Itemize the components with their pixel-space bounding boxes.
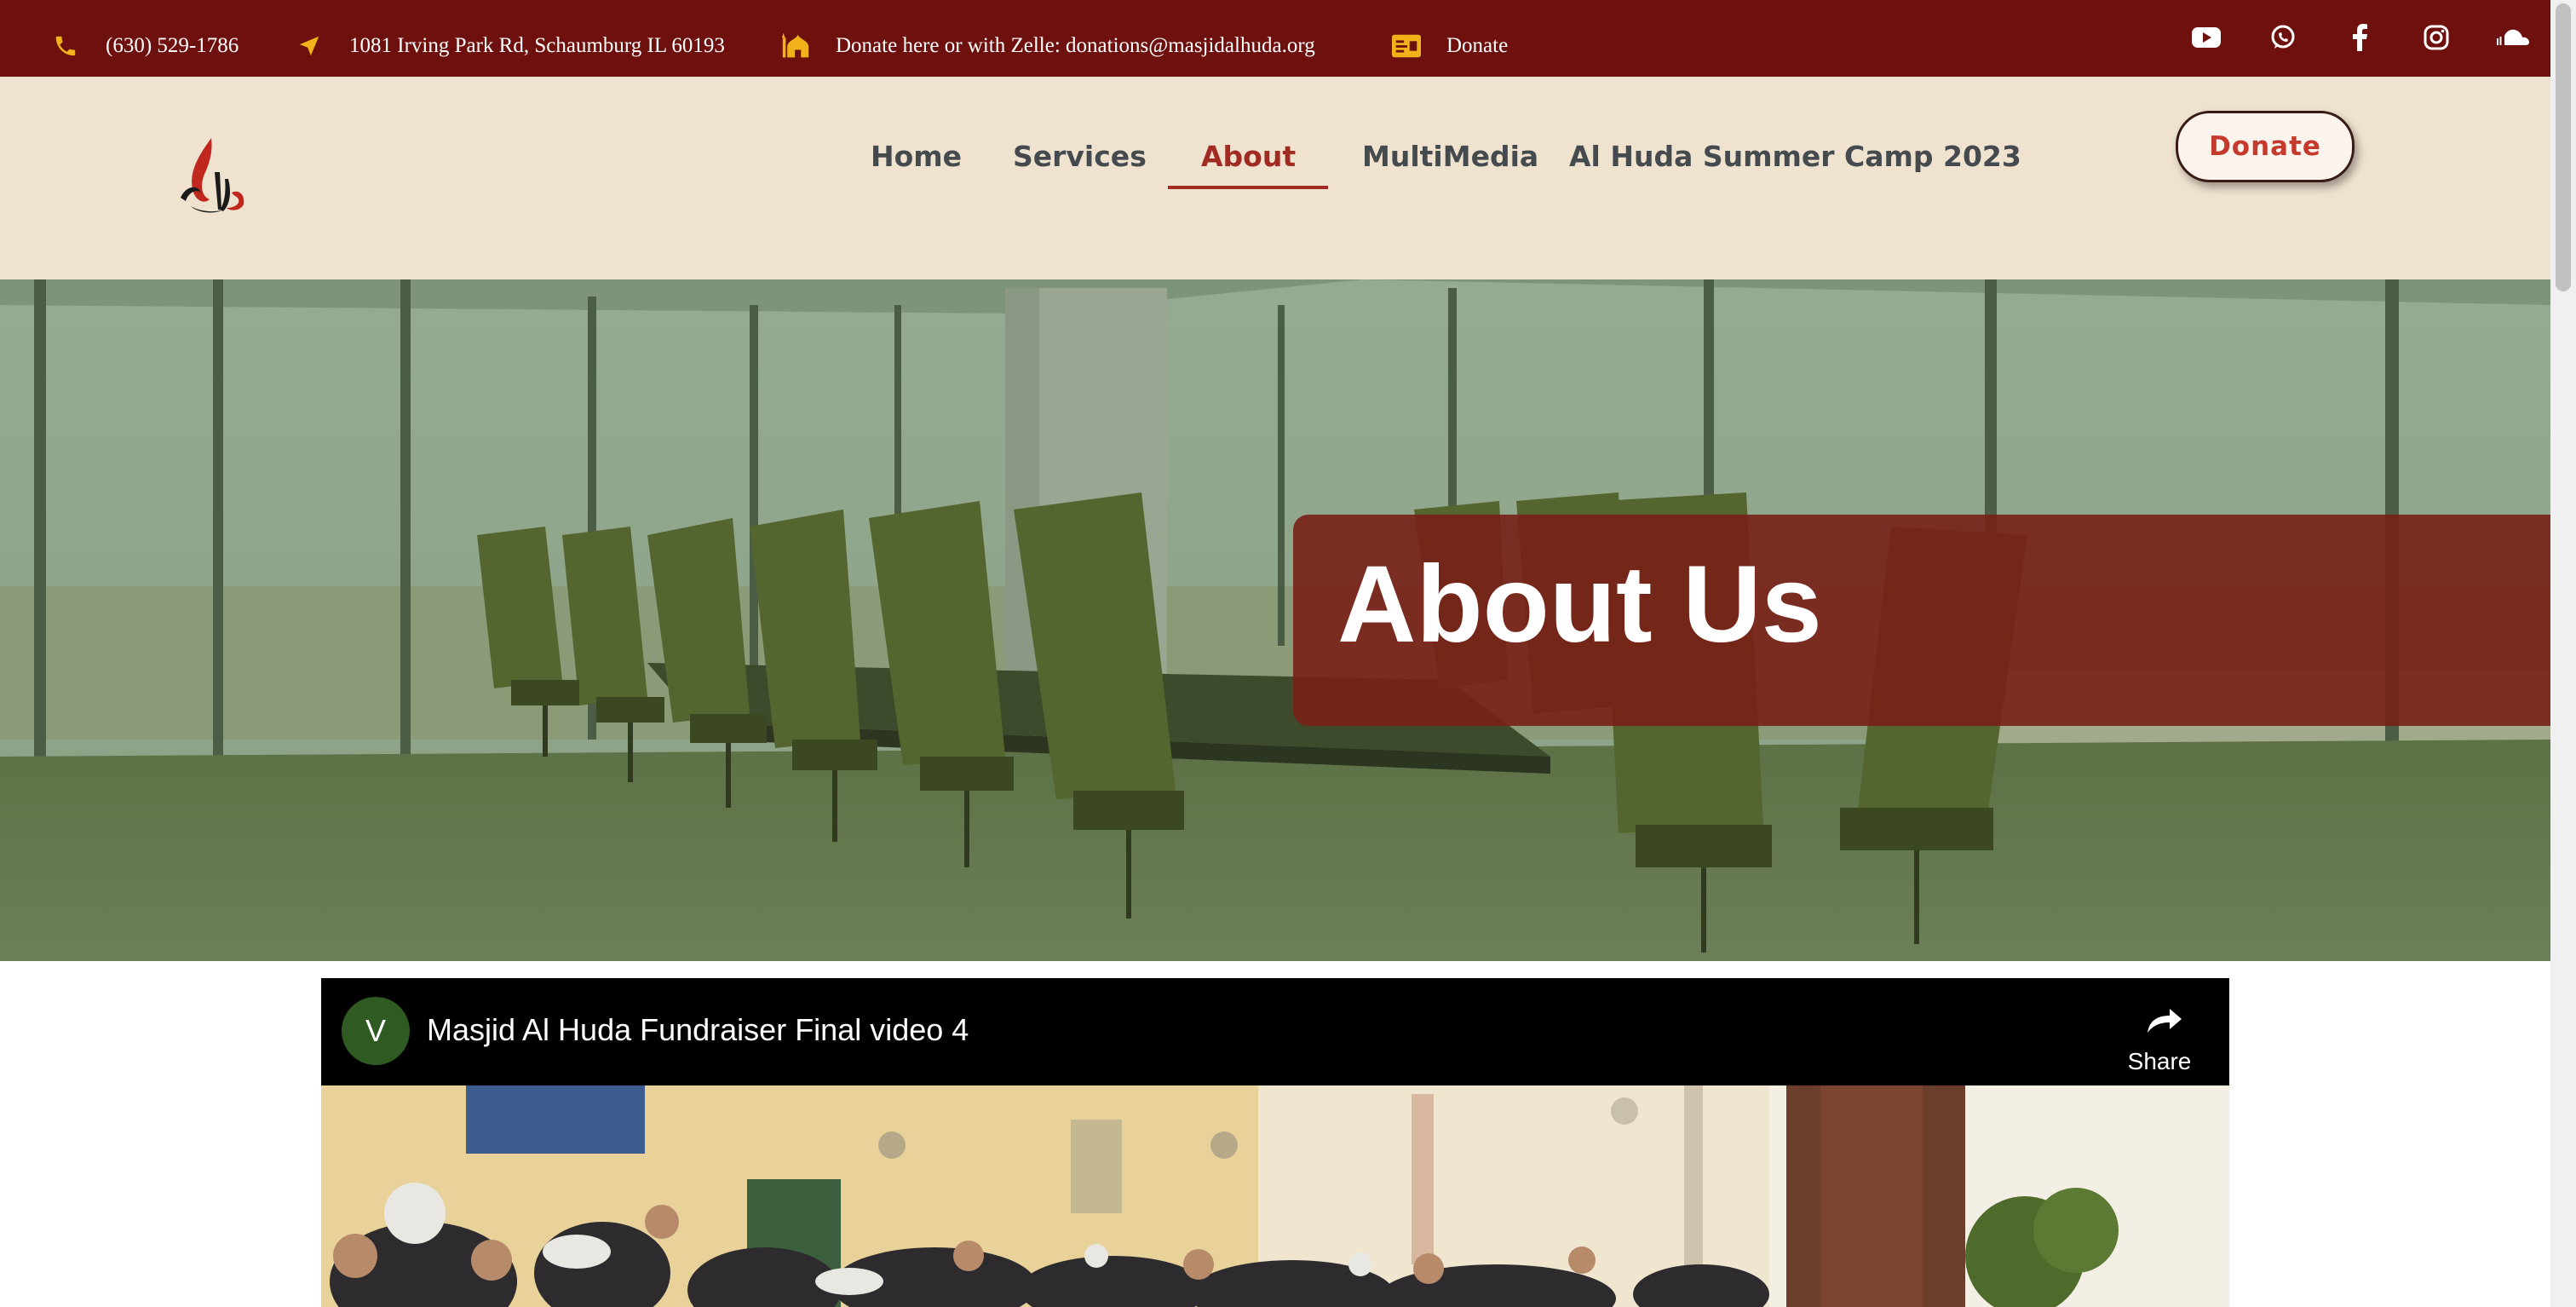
video-header: V Masjid Al Huda Fundraiser Final video … — [321, 978, 2229, 1085]
scrollbar-thumb[interactable] — [2556, 3, 2571, 291]
page-scrollbar[interactable] — [2550, 0, 2576, 1307]
address-text: 1081 Irving Park Rd, Schaumburg IL 60193 — [349, 34, 725, 57]
nav-about[interactable]: About — [1201, 131, 1296, 182]
nav-active-underline — [1168, 186, 1328, 189]
soundcloud-icon[interactable] — [2496, 20, 2530, 55]
nav-summer-camp[interactable]: Al Huda Summer Camp 2023 — [1569, 131, 2021, 182]
zelle-text: Donate here or with Zelle: donations@mas… — [836, 34, 1315, 57]
facebook-icon[interactable] — [2343, 20, 2377, 55]
donate-button[interactable]: Donate — [2176, 111, 2355, 182]
site-logo[interactable] — [172, 133, 250, 218]
youtube-icon[interactable] — [2189, 20, 2223, 55]
channel-avatar[interactable]: V — [342, 997, 410, 1065]
page-title: About Us — [1337, 544, 1822, 665]
whatsapp-icon[interactable] — [2266, 20, 2300, 55]
nav-home[interactable]: Home — [871, 131, 962, 182]
video-thumbnail[interactable] — [321, 1085, 2229, 1307]
donate-link-text: Donate — [1446, 34, 1509, 57]
mosque-icon — [781, 32, 810, 60]
nav-services[interactable]: Services — [1013, 131, 1147, 182]
hero-title-banner: About Us — [1293, 515, 2550, 726]
nav-multimedia[interactable]: MultiMedia — [1362, 131, 1538, 182]
video-player[interactable]: V Masjid Al Huda Fundraiser Final video … — [321, 978, 2229, 1307]
share-arrow-icon — [2148, 1009, 2182, 1033]
location-arrow-icon — [295, 32, 324, 60]
video-title[interactable]: Masjid Al Huda Fundraiser Final video 4 — [427, 1012, 969, 1048]
phone-icon — [51, 32, 80, 60]
share-label: Share — [2127, 1048, 2192, 1074]
id-card-icon — [1392, 32, 1421, 60]
top-contact-bar: (630) 529-1786 1081 Irving Park Rd, Scha… — [0, 0, 2550, 77]
share-button[interactable]: Share — [2108, 995, 2211, 1080]
site-header: Home Services About MultiMedia Al Huda S… — [0, 77, 2550, 279]
instagram-icon[interactable] — [2419, 20, 2453, 55]
hero-section: About Us — [0, 279, 2550, 961]
phone-number: (630) 529-1786 — [106, 34, 239, 57]
